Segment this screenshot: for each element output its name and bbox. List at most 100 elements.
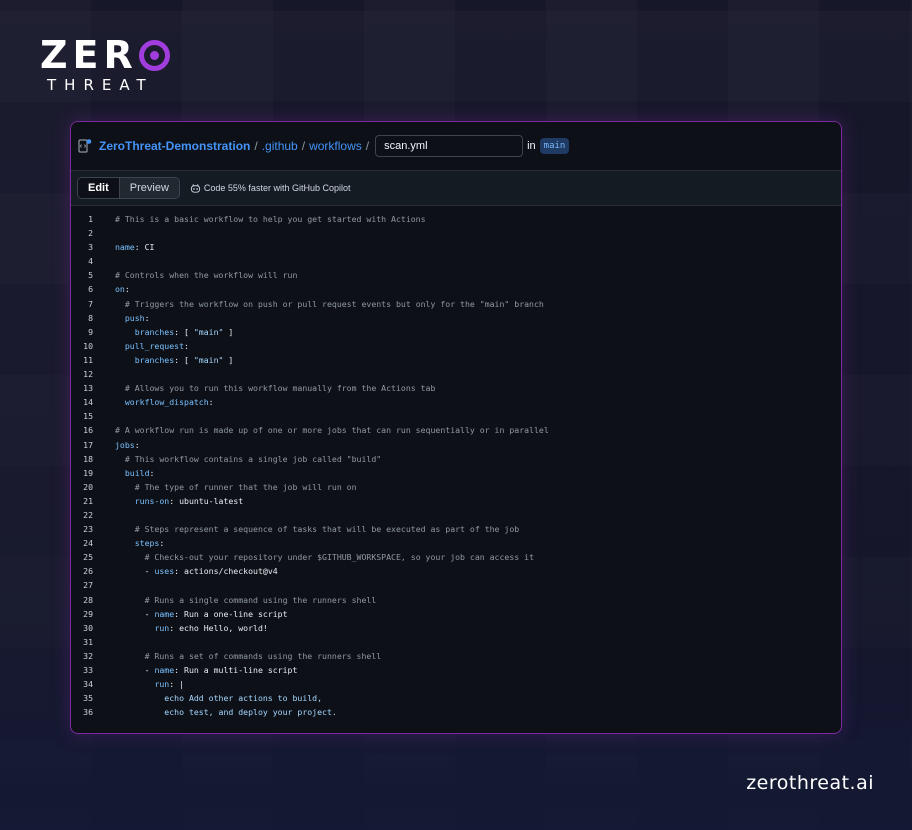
code-line[interactable]: 5 # Controls when the workflow will run <box>71 268 841 282</box>
code-token: : <box>184 340 189 351</box>
code-line[interactable]: 13 # Allows you to run this workflow man… <box>71 381 841 395</box>
code-line[interactable]: 33 - name: Run a multi-line script <box>71 663 841 677</box>
code-line[interactable]: 6 on: <box>71 282 841 296</box>
line-number: 5 <box>88 270 93 281</box>
line-content: # This workflow contains a single job ca… <box>115 452 381 466</box>
line-content: workflow_dispatch: <box>115 395 214 409</box>
line-number: 6 <box>88 284 93 295</box>
file-header: ZeroThreat-Demonstration / .github / wor… <box>71 122 841 171</box>
code-line[interactable]: 11 branches: [ "main" ] <box>71 353 841 367</box>
breadcrumb-github[interactable]: .github <box>262 139 298 153</box>
logo-wordmark: ZER <box>40 33 175 77</box>
code-line[interactable]: 15 <box>71 409 841 423</box>
line-number: 13 <box>83 383 93 394</box>
line-number: 1 <box>88 214 93 224</box>
line-content: runs-on: ubuntu-latest <box>115 494 243 508</box>
code-token: echo Add other actions to build, <box>164 693 323 704</box>
code-line[interactable]: 30 run: echo Hello, world! <box>71 621 841 635</box>
code-line[interactable]: 20 # The type of runner that the job wil… <box>71 480 841 494</box>
filename-input[interactable] <box>375 135 524 157</box>
code-line[interactable]: 31 <box>71 635 841 649</box>
code-line[interactable]: 18 # This workflow contains a single job… <box>71 452 841 466</box>
line-number: 36 <box>83 707 93 718</box>
code-line[interactable]: 9 branches: [ "main" ] <box>71 325 841 339</box>
code-token: : <box>124 284 130 295</box>
line-number: 10 <box>83 340 93 351</box>
edit-preview-tabs: Edit Preview <box>77 177 180 199</box>
code-line[interactable]: 28 # Runs a single command using the run… <box>71 593 841 607</box>
code-token: "main" <box>193 326 224 337</box>
code-line[interactable]: 1 # This is a basic workflow to help you … <box>71 212 841 226</box>
code-token: - <box>115 566 155 577</box>
line-number: 3 <box>88 242 93 253</box>
code-line[interactable]: 14 workflow_dispatch: <box>71 395 841 409</box>
code-editor[interactable]: 1 # This is a basic workflow to help you … <box>71 206 841 719</box>
line-content: # Checks-out your repository under $GITH… <box>115 550 534 564</box>
code-token: # Triggers the workflow on push or pull … <box>124 298 544 309</box>
line-content: # Runs a set of commands using the runne… <box>115 649 382 663</box>
code-token: push <box>124 312 145 323</box>
code-line[interactable]: 16 # A workflow run is made up of one or … <box>71 423 841 437</box>
code-line[interactable]: 35 echo Add other actions to build, <box>71 691 841 705</box>
code-line[interactable]: 10 pull_request: <box>71 339 841 353</box>
code-line[interactable]: 12 <box>71 367 841 381</box>
code-line[interactable]: 26 - uses: actions/checkout@v4 <box>71 564 841 578</box>
code-line[interactable]: 8 push: <box>71 311 841 325</box>
code-line[interactable]: 25 # Checks-out your repository under $G… <box>71 550 841 564</box>
code-token: jobs <box>115 439 135 450</box>
line-number: 7 <box>88 298 93 309</box>
logo-zero-text: ZER <box>40 33 138 77</box>
line-content: # Runs a single command using the runner… <box>115 593 377 607</box>
line-content: - name: Run a one-line script <box>115 607 288 621</box>
code-token: # Allows you to run this workflow manual… <box>124 383 436 394</box>
code-token: : | <box>169 679 185 690</box>
tab-preview[interactable]: Preview <box>119 178 179 198</box>
code-token: name <box>154 665 175 675</box>
line-number: 9 <box>88 326 93 337</box>
code-line[interactable]: 21 runs-on: ubuntu-latest <box>71 494 841 508</box>
copilot-promo[interactable]: Code 55% faster with GitHub Copilot <box>190 183 350 194</box>
code-line[interactable]: 32 # Runs a set of commands using the ru… <box>71 649 841 663</box>
code-line[interactable]: 19 build: <box>71 466 841 480</box>
code-token: : Run a multi-line script <box>174 665 298 675</box>
breadcrumb-repo[interactable]: ZeroThreat-Demonstration <box>99 139 250 153</box>
code-line[interactable]: 4 <box>71 254 841 268</box>
code-line[interactable]: 3 name: CI <box>71 240 841 254</box>
code-line[interactable]: 23 # Steps represent a sequence of tasks… <box>71 522 841 536</box>
tab-edit[interactable]: Edit <box>78 178 120 198</box>
line-number: 26 <box>83 566 93 577</box>
code-token: # This workflow contains a single job ca… <box>124 453 382 464</box>
line-number: 29 <box>83 608 93 619</box>
code-line[interactable]: 27 <box>71 578 841 592</box>
line-number: 24 <box>83 538 93 549</box>
code-line[interactable]: 7 # Triggers the workflow on push or pul… <box>71 297 841 311</box>
code-token: "main" <box>193 354 224 365</box>
zerothreat-logo: ZER THREAT <box>40 33 175 94</box>
line-content: # Triggers the workflow on push or pull … <box>115 297 544 311</box>
file-code-icon[interactable] <box>77 138 93 154</box>
code-line[interactable]: 2 <box>71 226 841 240</box>
code-line[interactable]: 17 jobs: <box>71 438 841 452</box>
code-token: runs-on <box>134 495 170 506</box>
code-token: : <box>134 439 140 450</box>
code-token: # Controls when the workflow will run <box>115 270 298 281</box>
code-line[interactable]: 22 <box>71 508 841 522</box>
code-token: : CI <box>134 242 155 253</box>
code-line[interactable]: 29 - name: Run a one-line script <box>71 607 841 621</box>
code-line[interactable]: 24 steps: <box>71 536 841 550</box>
branch-badge[interactable]: main <box>539 138 570 154</box>
brand-url: zerothreat.ai <box>746 772 874 794</box>
code-line[interactable]: 36 echo test, and deploy your project. <box>71 705 841 719</box>
code-token: : echo Hello, world! <box>169 622 268 633</box>
code-line[interactable]: 34 run: | <box>71 677 841 691</box>
code-token: # This is a basic workflow to help you g… <box>115 214 426 224</box>
breadcrumb-workflows[interactable]: workflows <box>309 139 362 153</box>
copilot-icon <box>190 183 200 193</box>
logo-o-icon <box>138 39 170 71</box>
